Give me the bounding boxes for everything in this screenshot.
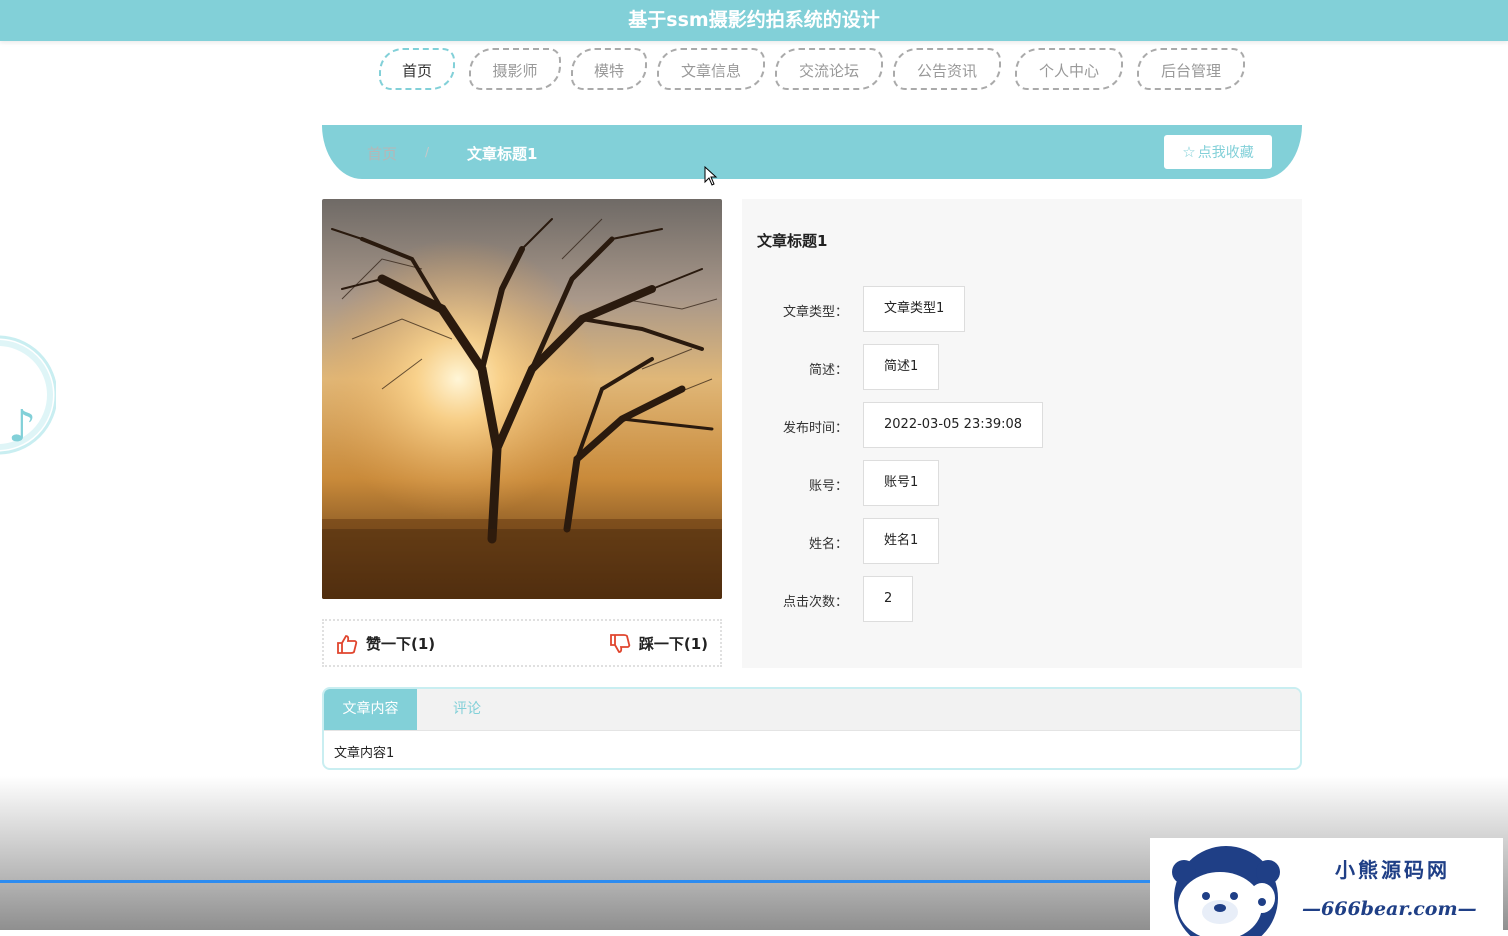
nav-item-forum[interactable]: 交流论坛 <box>775 48 883 90</box>
nav-item-articles[interactable]: 文章信息 <box>657 48 765 90</box>
video-progress-bar[interactable] <box>0 880 1150 883</box>
breadcrumb-current: 文章标题1 <box>467 145 538 163</box>
music-player-widget[interactable]: ♪ <box>0 326 58 464</box>
field-label: 发布时间： <box>782 421 848 436</box>
thumbs-down-icon <box>609 633 631 653</box>
watermark-logo: 小熊源码网 —666bear.com— <box>1150 838 1503 936</box>
watermark-url: —666bear.com— <box>1302 898 1477 920</box>
nav-item-personal-center[interactable]: 个人中心 <box>1015 48 1123 90</box>
nav-item-announcements[interactable]: 公告资讯 <box>893 48 1001 90</box>
watermark-brand: 小熊源码网 <box>1335 858 1450 882</box>
field-label: 点击次数： <box>782 595 848 610</box>
star-outline-icon: ☆ <box>1182 143 1196 161</box>
field-row-clicks: 点击次数： 2 <box>742 576 1302 622</box>
main-nav: 首页 摄影师 模特 文章信息 交流论坛 公告资讯 个人中心 后台管理 <box>0 48 1508 94</box>
top-header-bar: 基于ssm摄影约拍系统的设计 <box>0 0 1508 41</box>
music-note-icon: ♪ <box>0 335 58 455</box>
bear-logo-icon <box>1172 846 1280 936</box>
field-value: 文章类型1 <box>863 286 966 332</box>
article-title: 文章标题1 <box>757 232 828 250</box>
vote-down-label: 踩一下(1) <box>638 635 708 653</box>
field-label: 账号： <box>808 479 848 494</box>
nav-item-home[interactable]: 首页 <box>379 48 455 90</box>
vote-down-button[interactable]: 踩一下(1) <box>609 633 708 654</box>
favorite-button-label: 点我收藏 <box>1197 145 1254 161</box>
favorite-button[interactable]: ☆ 点我收藏 <box>1164 135 1272 169</box>
field-label: 文章类型： <box>782 305 848 320</box>
field-label: 简述： <box>808 363 848 378</box>
nav-item-admin[interactable]: 后台管理 <box>1137 48 1245 90</box>
article-photo <box>322 199 722 599</box>
breadcrumb: 首页 / 文章标题1 ☆ 点我收藏 <box>322 125 1302 179</box>
article-info-panel: 文章标题1 文章类型： 文章类型1 简述： 简述1 发布时间： 2022-03-… <box>742 199 1302 668</box>
vote-box: 赞一下(1) 踩一下(1) <box>322 619 722 667</box>
mouse-cursor-icon <box>704 166 718 186</box>
field-row-summary: 简述： 简述1 <box>742 344 1302 390</box>
nav-item-model[interactable]: 模特 <box>571 48 647 90</box>
breadcrumb-separator: / <box>425 145 430 159</box>
tab-comments[interactable]: 评论 <box>417 689 517 730</box>
nav-item-photographer[interactable]: 摄影师 <box>469 48 561 90</box>
thumbs-up-icon <box>337 634 358 654</box>
field-row-account: 账号： 账号1 <box>742 460 1302 506</box>
field-row-publish-time: 发布时间： 2022-03-05 23:39:08 <box>742 402 1302 448</box>
vote-up-label: 赞一下(1) <box>366 635 436 653</box>
tabs-header: 文章内容 评论 <box>324 689 1300 731</box>
tab-article-content[interactable]: 文章内容 <box>324 689 417 730</box>
tree-sunset-photo <box>322 199 722 599</box>
field-value: 简述1 <box>863 344 940 390</box>
article-content-text: 文章内容1 <box>334 746 395 761</box>
field-row-type: 文章类型： 文章类型1 <box>742 286 1302 332</box>
svg-text:♪: ♪ <box>8 401 36 452</box>
field-row-name: 姓名： 姓名1 <box>742 518 1302 564</box>
field-value: 2 <box>863 576 914 622</box>
vote-up-button[interactable]: 赞一下(1) <box>336 633 435 654</box>
breadcrumb-home-link[interactable]: 首页 <box>367 143 397 164</box>
field-value: 姓名1 <box>863 518 940 564</box>
field-value: 账号1 <box>863 460 940 506</box>
article-tabs: 文章内容 评论 文章内容1 <box>322 687 1302 770</box>
field-label: 姓名： <box>808 537 848 552</box>
field-value: 2022-03-05 23:39:08 <box>863 402 1044 448</box>
site-title: 基于ssm摄影约拍系统的设计 <box>628 9 880 31</box>
